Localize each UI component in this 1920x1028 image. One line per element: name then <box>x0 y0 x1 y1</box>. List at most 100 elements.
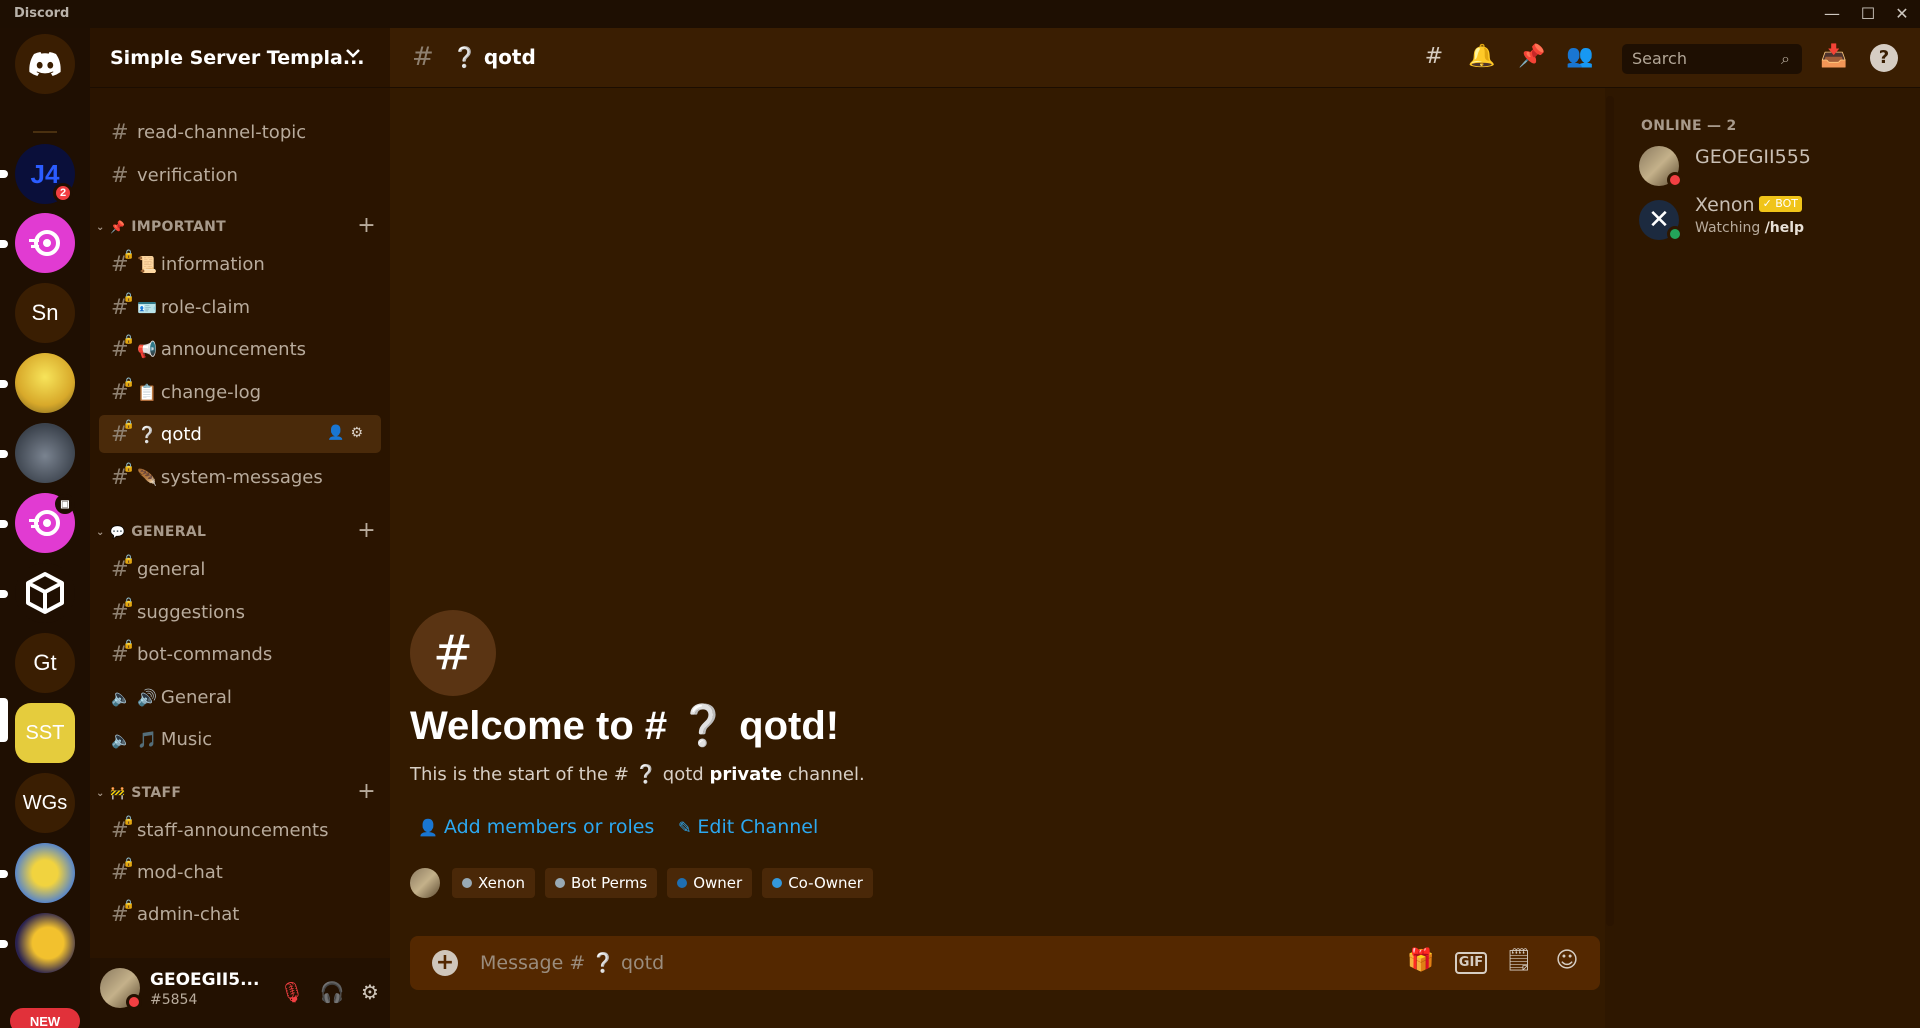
unread-pill <box>0 520 8 528</box>
add-members-button[interactable]: 👤 Add members or roles <box>418 816 654 838</box>
category-label: IMPORTANT <box>131 219 226 235</box>
server-header[interactable]: Simple Server Templa... <box>90 28 390 88</box>
channel-qotd[interactable]: # 🔒 ❔ qotd 👤⚙ <box>99 415 381 453</box>
username[interactable]: GEOEGII5... <box>150 970 259 990</box>
category-staff[interactable]: ⌄ 🚧 STAFF + <box>96 779 384 805</box>
avatar[interactable] <box>410 868 440 898</box>
member-list-icon[interactable]: 👥 <box>1566 44 1594 72</box>
channel-verification[interactable]: # verification <box>99 156 381 194</box>
new-badge[interactable]: NEW <box>10 1008 80 1028</box>
speaker-icon: 🔈 <box>111 729 131 749</box>
gif-button[interactable]: GIF <box>1455 952 1487 974</box>
channel-admin-chat[interactable]: # 🔒 admin-chat <box>99 895 381 933</box>
channel-staff-announcements[interactable]: # 🔒 staff-announcements <box>99 811 381 849</box>
add-channel-icon[interactable]: + <box>357 779 376 804</box>
channel-change-log[interactable]: # 🔒 📋 change-log <box>99 373 381 411</box>
voice-channel-music[interactable]: 🔈 🎵 Music <box>99 720 381 758</box>
private-channel-icon: # 🔒 <box>111 293 135 319</box>
category-important[interactable]: ⌄ 📌 IMPORTANT + <box>96 213 384 239</box>
member-item[interactable]: ✕ Xenon ✓ BOT Watching /help <box>1639 194 1909 244</box>
private-channel-icon: # 🔒 <box>111 900 135 926</box>
invite-member-icon[interactable]: 👤 <box>327 425 350 441</box>
channel-name: information <box>160 253 265 275</box>
channel-suggestions[interactable]: # 🔒 suggestions <box>99 593 381 631</box>
role-color-dot <box>772 878 783 888</box>
channel-mod-chat[interactable]: # 🔒 mod-chat <box>99 853 381 891</box>
unread-pill <box>0 380 8 388</box>
server-icon-yellow[interactable] <box>15 353 75 413</box>
channel-information[interactable]: # 🔒 📜 information <box>99 245 381 283</box>
channel-name: verification <box>137 164 238 186</box>
member-name: Xenon <box>1695 194 1755 216</box>
role-chip[interactable]: Bot Perms <box>545 868 658 898</box>
gift-icon[interactable]: 🎁 <box>1406 948 1436 978</box>
role-chip[interactable]: Owner <box>667 868 753 898</box>
edit-channel-label: Edit Channel <box>697 816 819 838</box>
server-icon-sn[interactable]: Sn <box>15 283 75 343</box>
add-members-label: Add members or roles <box>443 816 655 838</box>
channel-name: bot-commands <box>137 643 273 665</box>
channel-read-channel-topic[interactable]: # read-channel-topic <box>99 113 381 151</box>
user-settings-gear-icon[interactable]: ⚙ <box>356 980 384 1008</box>
message-composer[interactable]: + Message # ❔ qotd 🎁 GIF 🗒 ☺ <box>410 936 1600 990</box>
help-icon[interactable]: ? <box>1870 44 1898 72</box>
role-chip[interactable]: Co-Owner <box>762 868 873 898</box>
member-name: GEOEGII555 <box>1695 146 1811 168</box>
text-channel-icon: # <box>111 120 129 144</box>
category-label: GENERAL <box>131 524 207 540</box>
channel-bot-commands[interactable]: # 🔒 bot-commands <box>99 635 381 673</box>
server-icon-wgs[interactable]: WGs <box>15 773 75 833</box>
pin-icon[interactable]: 📌 <box>1518 44 1546 72</box>
server-icon-pikachu[interactable] <box>15 843 75 903</box>
edit-channel-button[interactable]: ✎ Edit Channel <box>678 816 818 838</box>
channel-general[interactable]: # 🔒 general <box>99 550 381 588</box>
barrier-icon: 🚧 <box>110 786 126 800</box>
question-emoji-icon: ❔ <box>137 424 157 444</box>
member-item[interactable]: GEOEGII555 <box>1639 142 1909 190</box>
home-button[interactable] <box>15 34 75 94</box>
welcome-title: Welcome to # ❔ qotd! <box>410 704 840 748</box>
headphones-icon[interactable]: 🎧 <box>318 980 346 1008</box>
sticker-icon[interactable]: 🗒 <box>1504 948 1534 978</box>
channel-name: announcements <box>160 338 307 360</box>
server-icon-cat[interactable] <box>15 423 75 483</box>
message-input[interactable]: Message # ❔ qotd <box>480 951 664 974</box>
add-person-icon: 👤 <box>418 818 438 837</box>
welcome-subtitle: This is the start of the # ❔ qotd privat… <box>410 764 865 785</box>
role-name: Xenon <box>478 874 526 892</box>
close-button[interactable]: ✕ <box>1880 0 1920 28</box>
activity-bold: /help <box>1764 220 1805 236</box>
role-name: Bot Perms <box>571 874 648 892</box>
threads-icon[interactable]: # <box>1420 44 1448 72</box>
dnd-status-icon <box>126 994 142 1010</box>
server-icon-sst[interactable]: SST <box>15 703 75 763</box>
chat-scrollbar[interactable] <box>1606 96 1614 926</box>
role-name: Owner <box>693 874 743 892</box>
add-channel-icon[interactable]: + <box>357 518 376 543</box>
add-channel-icon[interactable]: + <box>357 213 376 238</box>
upload-plus-button[interactable]: + <box>432 950 458 976</box>
unread-pill <box>0 170 8 178</box>
channel-role-claim[interactable]: # 🔒 🪪 role-claim <box>99 288 381 326</box>
gear-icon[interactable]: ⚙ <box>350 425 369 441</box>
server-icon-cube[interactable] <box>15 563 75 623</box>
server-icon-p[interactable] <box>15 913 75 973</box>
emoji-icon[interactable]: ☺ <box>1552 948 1582 978</box>
server-icon-pink-1[interactable] <box>15 213 75 273</box>
voice-channel-general[interactable]: 🔈 🔊 General <box>99 678 381 716</box>
chevron-down-icon <box>344 44 368 68</box>
channel-announcements[interactable]: # 🔒 📢 announcements <box>99 330 381 368</box>
channel-system-messages[interactable]: # 🔒 🪶 system-messages <box>99 458 381 496</box>
search-input[interactable]: Search ⌕ <box>1622 44 1802 74</box>
mute-microphone-icon[interactable]: 🎙 <box>278 980 306 1008</box>
role-chip[interactable]: Xenon <box>452 868 536 898</box>
bell-icon[interactable]: 🔔 <box>1468 44 1496 72</box>
event-icon: ▣ <box>55 494 75 514</box>
channel-name: qotd <box>160 423 202 445</box>
inbox-icon[interactable]: 📥 <box>1820 44 1848 72</box>
ring-logo-icon <box>29 230 60 256</box>
chevron-down-icon: ⌄ <box>96 787 105 799</box>
category-general[interactable]: ⌄ 💬 GENERAL + <box>96 518 384 544</box>
server-icon-gt[interactable]: Gt <box>15 633 75 693</box>
channel-name: role-claim <box>160 296 250 318</box>
